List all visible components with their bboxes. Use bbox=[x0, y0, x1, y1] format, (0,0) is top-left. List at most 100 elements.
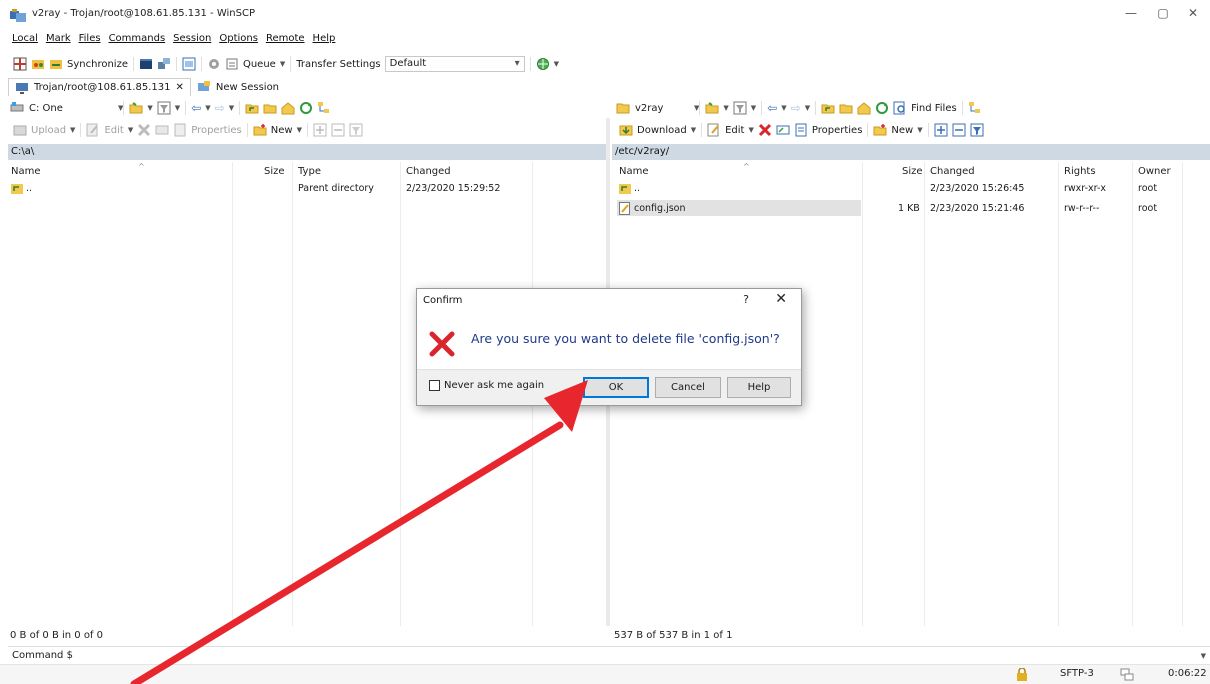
remote-properties-icon[interactable] bbox=[794, 123, 808, 137]
find-files-button[interactable]: Find Files bbox=[911, 103, 957, 114]
transfer-settings-globe-icon[interactable] bbox=[536, 57, 550, 71]
refresh-icon[interactable] bbox=[299, 101, 313, 115]
upload-icon[interactable] bbox=[13, 123, 27, 137]
dialog-close-icon[interactable]: ✕ bbox=[775, 291, 787, 307]
select-all-icon[interactable] bbox=[313, 123, 327, 137]
remote-new-folder-icon[interactable] bbox=[873, 123, 887, 137]
remote-back-arrow-icon[interactable]: ⇦ bbox=[767, 101, 777, 115]
local-path-bar[interactable]: C:\a\ bbox=[8, 144, 606, 160]
menu-local[interactable]: Local bbox=[8, 33, 42, 49]
compare-directories-icon[interactable] bbox=[13, 57, 27, 71]
local-col-type[interactable]: Type bbox=[298, 166, 321, 177]
menu-files[interactable]: Files bbox=[75, 33, 105, 49]
remote-col-size[interactable]: Size bbox=[902, 166, 923, 177]
local-col-name[interactable]: Name bbox=[11, 166, 41, 177]
queue-dropdown-icon[interactable]: ▼ bbox=[280, 60, 285, 68]
remote-col-changed[interactable]: Changed bbox=[930, 166, 975, 177]
menu-commands[interactable]: Commands bbox=[105, 33, 170, 49]
menu-remote[interactable]: Remote bbox=[262, 33, 309, 49]
remote-open-folder-dropdown-icon[interactable]: ▼ bbox=[723, 104, 728, 112]
cancel-button[interactable]: Cancel bbox=[655, 377, 721, 398]
remote-new-button[interactable]: New bbox=[891, 125, 913, 136]
local-col-size[interactable]: Size bbox=[264, 166, 285, 177]
local-new-button[interactable]: New bbox=[271, 125, 293, 136]
local-col-changed[interactable]: Changed bbox=[406, 166, 451, 177]
local-edit-button[interactable]: Edit bbox=[104, 125, 123, 136]
remote-back-dropdown-icon[interactable]: ▼ bbox=[781, 104, 786, 112]
local-properties-button[interactable]: Properties bbox=[191, 125, 242, 136]
remote-folder-select[interactable]: v2ray bbox=[614, 100, 694, 116]
command-history-dropdown-icon[interactable]: ▼ bbox=[1201, 647, 1206, 665]
close-tab-icon[interactable]: ✕ bbox=[175, 82, 183, 93]
preferences-gear-icon[interactable] bbox=[207, 57, 221, 71]
remote-col-name[interactable]: Name bbox=[619, 166, 649, 177]
forward-dropdown-icon[interactable]: ▼ bbox=[229, 104, 234, 112]
console-icon[interactable] bbox=[139, 57, 153, 71]
local-drive-select[interactable]: C: One bbox=[8, 100, 118, 116]
local-properties-icon[interactable] bbox=[173, 123, 187, 137]
remote-edit-dropdown-icon[interactable]: ▼ bbox=[748, 126, 753, 134]
remote-rename-icon[interactable] bbox=[776, 123, 790, 137]
find-tree-icon[interactable] bbox=[317, 101, 331, 115]
forward-arrow-icon[interactable]: ⇨ bbox=[215, 101, 225, 115]
local-delete-icon[interactable] bbox=[137, 123, 151, 137]
download-icon[interactable] bbox=[619, 123, 633, 137]
remote-properties-button[interactable]: Properties bbox=[812, 125, 863, 136]
menu-mark[interactable]: Mark bbox=[42, 33, 75, 49]
tab-session-trojan[interactable]: Trojan/root@108.61.85.131 ✕ bbox=[8, 78, 191, 96]
remote-edit-icon[interactable] bbox=[707, 123, 721, 137]
remote-select-all-icon[interactable] bbox=[934, 123, 948, 137]
new-folder-icon[interactable] bbox=[253, 123, 267, 137]
command-line[interactable]: Command $ ▼ bbox=[8, 646, 1210, 664]
upload-button[interactable]: Upload bbox=[31, 125, 66, 136]
checkbox-box[interactable] bbox=[429, 380, 440, 391]
remote-delete-icon[interactable] bbox=[758, 123, 772, 137]
root-directory-icon[interactable] bbox=[263, 101, 277, 115]
open-folder-icon[interactable] bbox=[129, 101, 143, 115]
close-window-button[interactable]: ✕ bbox=[1178, 6, 1208, 20]
remote-forward-dropdown-icon[interactable]: ▼ bbox=[805, 104, 810, 112]
remote-forward-arrow-icon[interactable]: ⇨ bbox=[791, 101, 801, 115]
queue-icon[interactable] bbox=[225, 57, 239, 71]
transfer-settings-select[interactable]: Default bbox=[384, 56, 525, 72]
remote-path-bar[interactable]: /etc/v2ray/ bbox=[612, 144, 1210, 160]
open-folder-dropdown-icon[interactable]: ▼ bbox=[147, 104, 152, 112]
remote-edit-button[interactable]: Edit bbox=[725, 125, 744, 136]
home-icon[interactable] bbox=[281, 101, 295, 115]
remote-root-directory-icon[interactable] bbox=[839, 101, 853, 115]
edit-icon[interactable] bbox=[86, 123, 100, 137]
remote-filter-dropdown-icon[interactable]: ▼ bbox=[751, 104, 756, 112]
help-button[interactable]: Help bbox=[727, 377, 791, 398]
remote-parent-directory-icon[interactable] bbox=[821, 101, 835, 115]
dialog-help-icon[interactable]: ? bbox=[743, 293, 749, 306]
filter-dropdown-icon[interactable]: ▼ bbox=[175, 104, 180, 112]
local-new-dropdown-icon[interactable]: ▼ bbox=[297, 126, 302, 134]
queue-button[interactable]: Queue bbox=[243, 59, 276, 70]
filter-icon[interactable] bbox=[157, 101, 171, 115]
menu-session[interactable]: Session bbox=[169, 33, 215, 49]
ok-button[interactable]: OK bbox=[583, 377, 649, 398]
remote-home-icon[interactable] bbox=[857, 101, 871, 115]
menu-options[interactable]: Options bbox=[215, 33, 262, 49]
local-edit-dropdown-icon[interactable]: ▼ bbox=[128, 126, 133, 134]
remote-filter-icon[interactable] bbox=[733, 101, 747, 115]
menu-help[interactable]: Help bbox=[309, 33, 340, 49]
remote-col-rights[interactable]: Rights bbox=[1064, 166, 1096, 177]
upload-dropdown-icon[interactable]: ▼ bbox=[70, 126, 75, 134]
download-button[interactable]: Download bbox=[637, 125, 687, 136]
filter-files-icon[interactable] bbox=[349, 123, 363, 137]
remote-refresh-icon[interactable] bbox=[875, 101, 889, 115]
remote-filter-files-icon[interactable] bbox=[970, 123, 984, 137]
minimize-button[interactable]: — bbox=[1116, 6, 1146, 20]
open-dialog-icon[interactable] bbox=[182, 57, 196, 71]
local-rename-icon[interactable] bbox=[155, 123, 169, 137]
remote-new-dropdown-icon[interactable]: ▼ bbox=[917, 126, 922, 134]
never-ask-checkbox[interactable]: Never ask me again bbox=[429, 380, 544, 391]
maximize-button[interactable]: ▢ bbox=[1148, 6, 1178, 20]
unselect-all-icon[interactable] bbox=[331, 123, 345, 137]
sync-browsing-icon[interactable] bbox=[31, 57, 45, 71]
tab-new-session[interactable]: New Session bbox=[191, 78, 285, 96]
synchronize-icon[interactable] bbox=[49, 57, 63, 71]
remote-open-folder-icon[interactable] bbox=[705, 101, 719, 115]
putty-icon[interactable] bbox=[157, 57, 171, 71]
